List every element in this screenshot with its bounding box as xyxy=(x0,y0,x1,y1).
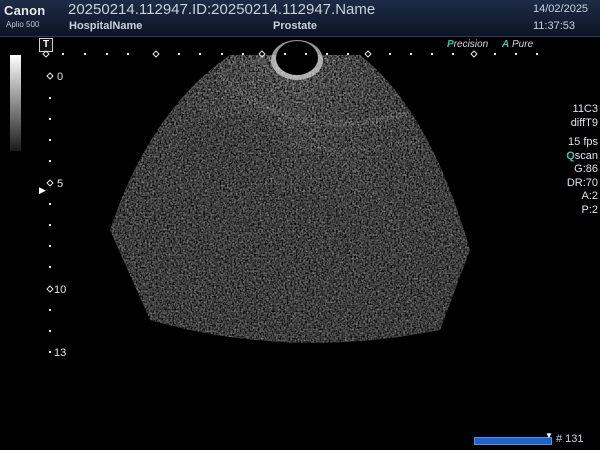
depth-scale xyxy=(46,72,54,353)
qscan-indicator: Qscan xyxy=(566,149,598,162)
frame-rate: 15 fps xyxy=(568,136,598,148)
cine-position-marker[interactable]: ▼ xyxy=(545,431,553,440)
gain-value: G:86 xyxy=(574,163,598,175)
depth-label: 10 xyxy=(54,284,67,296)
depth-label: 13 xyxy=(54,347,67,359)
preset-label: diffT9 xyxy=(570,116,598,129)
depth-label: 5 xyxy=(57,178,64,190)
dynamic-range-value: DR:70 xyxy=(566,176,598,189)
a-value: A:2 xyxy=(581,190,598,202)
cine-progress-bar[interactable] xyxy=(474,437,552,445)
frame-number: # 131 xyxy=(556,433,584,445)
acquisition-params: 11C3 diffT9 15 fps Qscan G:86 DR:70 A:2 … xyxy=(528,103,598,217)
depth-label: 0 xyxy=(57,71,64,83)
p-value: P:2 xyxy=(581,203,598,216)
focus-marker: ▶ xyxy=(39,185,46,195)
probe-label: 11C3 xyxy=(572,103,598,115)
